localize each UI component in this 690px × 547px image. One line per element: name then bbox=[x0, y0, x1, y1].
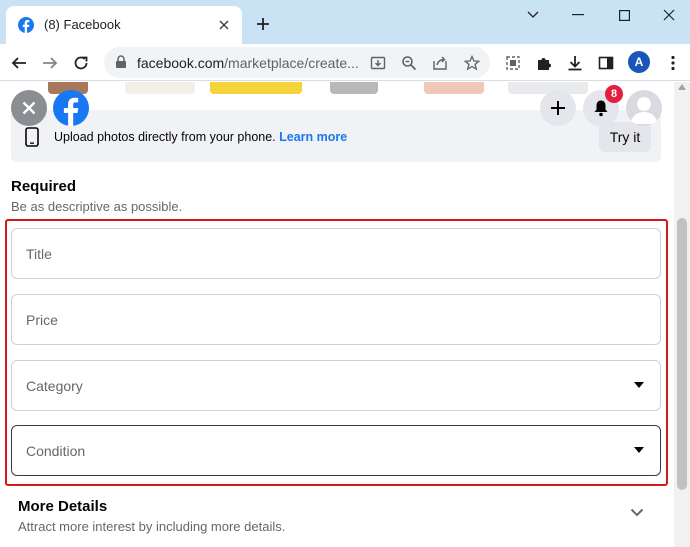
required-section-subtitle: Be as descriptive as possible. bbox=[11, 199, 183, 214]
tab-search-chevron-icon[interactable] bbox=[522, 5, 544, 25]
url-domain: facebook.com bbox=[137, 55, 225, 71]
title-input[interactable]: Title bbox=[11, 228, 661, 279]
photo-thumbnail[interactable] bbox=[424, 82, 484, 94]
upload-banner-message: Upload photos directly from your phone. bbox=[54, 130, 276, 144]
notification-count-badge: 8 bbox=[605, 85, 623, 103]
phone-icon bbox=[25, 127, 39, 147]
bell-icon bbox=[594, 100, 608, 117]
extensions-puzzle-icon[interactable] bbox=[533, 52, 555, 74]
browser-tab[interactable]: (8) Facebook bbox=[6, 6, 242, 44]
photo-thumbnail[interactable] bbox=[210, 82, 302, 94]
required-section-title: Required bbox=[11, 178, 77, 195]
browser-toolbar: facebook.com/marketplace/create... A bbox=[0, 44, 690, 81]
create-button[interactable] bbox=[540, 90, 576, 126]
share-icon[interactable] bbox=[430, 53, 450, 73]
url-path: /marketplace/create... bbox=[224, 55, 359, 71]
try-it-button[interactable]: Try it bbox=[599, 122, 651, 152]
default-profile-icon bbox=[630, 97, 658, 124]
scroll-up-arrow-icon[interactable] bbox=[678, 84, 686, 90]
close-composer-button[interactable] bbox=[11, 90, 47, 126]
dropdown-caret-icon bbox=[634, 447, 644, 453]
zoom-icon[interactable] bbox=[399, 53, 419, 73]
more-details-title[interactable]: More Details bbox=[18, 498, 107, 515]
category-placeholder: Category bbox=[26, 378, 83, 394]
forward-arrow-icon[interactable] bbox=[39, 52, 61, 74]
install-app-icon[interactable] bbox=[368, 53, 388, 73]
profile-avatar[interactable]: A bbox=[628, 51, 650, 73]
tab-title: (8) Facebook bbox=[44, 17, 121, 32]
address-bar[interactable]: facebook.com/marketplace/create... bbox=[104, 47, 490, 78]
page-scrollbar[interactable] bbox=[674, 82, 690, 547]
condition-dropdown[interactable]: Condition bbox=[11, 425, 661, 476]
marketplace-create-page: Upload photos directly from your phone. … bbox=[0, 82, 674, 547]
chevron-down-icon[interactable] bbox=[630, 508, 644, 517]
reload-icon[interactable] bbox=[70, 52, 92, 74]
category-dropdown[interactable]: Category bbox=[11, 360, 661, 411]
condition-placeholder: Condition bbox=[26, 443, 86, 459]
download-icon[interactable] bbox=[564, 52, 586, 74]
browser-title-bar: (8) Facebook bbox=[0, 0, 690, 44]
side-panel-icon[interactable] bbox=[595, 52, 617, 74]
scrollbar-thumb[interactable] bbox=[677, 218, 687, 490]
photo-thumbnail[interactable] bbox=[330, 82, 378, 94]
facebook-logo-icon[interactable] bbox=[53, 90, 89, 126]
facebook-favicon-icon bbox=[18, 17, 34, 33]
tab-close-icon[interactable] bbox=[214, 15, 234, 35]
photo-thumbnail[interactable] bbox=[125, 82, 195, 94]
lock-icon bbox=[116, 55, 126, 68]
upload-banner-text: Upload photos directly from your phone. … bbox=[54, 130, 347, 144]
more-details-subtitle: Attract more interest by including more … bbox=[18, 519, 286, 534]
account-avatar[interactable] bbox=[626, 90, 662, 126]
back-arrow-icon[interactable] bbox=[8, 52, 30, 74]
price-input[interactable]: Price bbox=[11, 294, 661, 345]
maximize-icon[interactable] bbox=[613, 5, 635, 25]
url-text: facebook.com/marketplace/create... bbox=[137, 55, 359, 71]
plus-icon bbox=[551, 101, 565, 115]
close-icon bbox=[22, 101, 36, 115]
bookmark-star-icon[interactable] bbox=[462, 53, 482, 73]
chrome-menu-icon[interactable] bbox=[662, 52, 684, 74]
new-tab-plus-icon[interactable] bbox=[252, 13, 274, 35]
title-placeholder: Title bbox=[26, 246, 52, 262]
minimize-icon[interactable] bbox=[567, 5, 589, 25]
screenshot-icon[interactable] bbox=[502, 52, 524, 74]
dropdown-caret-icon bbox=[634, 382, 644, 388]
window-close-icon[interactable] bbox=[658, 5, 680, 25]
learn-more-link[interactable]: Learn more bbox=[279, 130, 347, 144]
photo-thumbnails-strip bbox=[0, 82, 674, 94]
price-placeholder: Price bbox=[26, 312, 58, 328]
